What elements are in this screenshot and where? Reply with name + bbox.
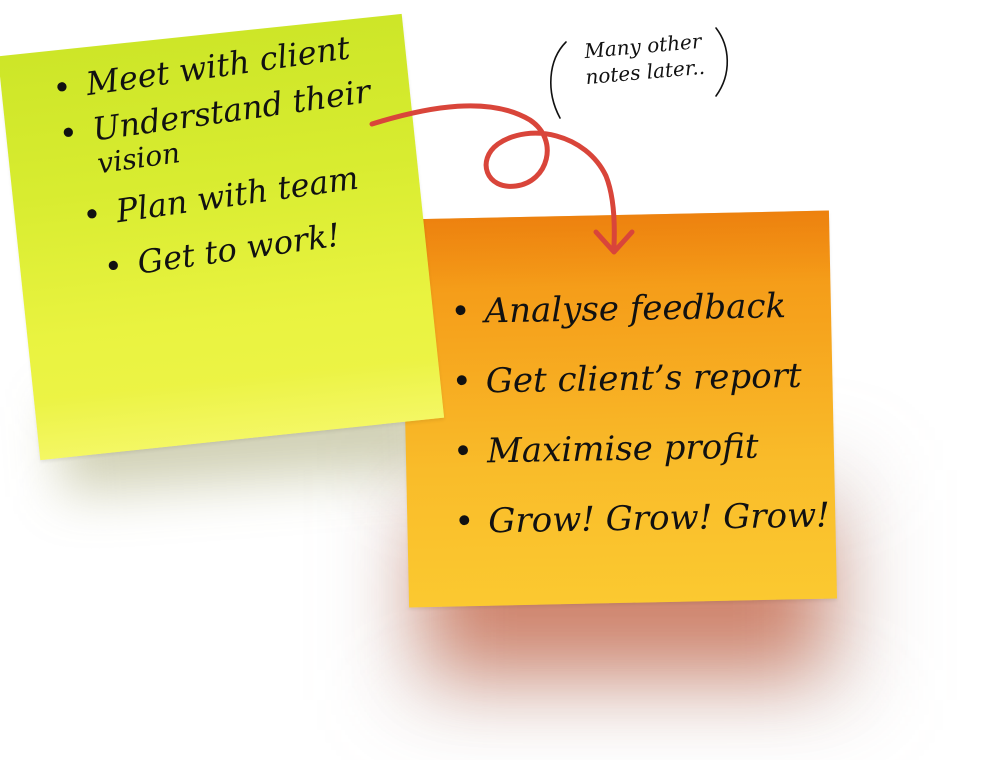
bullet-icon: • bbox=[453, 501, 475, 542]
orange-note-item-text: Maximise profit bbox=[486, 426, 759, 472]
orange-note-item-text: Grow! Grow! Grow! bbox=[487, 495, 831, 542]
bullet-icon: • bbox=[101, 246, 126, 287]
orange-note-item-text: Get client’s report bbox=[485, 355, 802, 402]
handwritten-annotation: Many other notes later.. bbox=[562, 26, 726, 92]
bullet-icon: • bbox=[50, 67, 75, 108]
orange-note-item: • Maximise profit bbox=[452, 410, 829, 487]
bullet-icon: • bbox=[451, 361, 473, 402]
bullet-icon: • bbox=[450, 291, 472, 332]
bullet-icon: • bbox=[56, 113, 81, 154]
orange-note-item-text: Analyse feedback bbox=[484, 286, 787, 332]
orange-note-item: • Analyse feedback bbox=[450, 270, 827, 347]
orange-note-item: • Get client’s report bbox=[451, 340, 828, 417]
green-note-list: • Meet with client • Understand their vi… bbox=[44, 25, 392, 291]
canvas: • Meet with client • Understand their vi… bbox=[0, 0, 999, 760]
orange-note-item: • Grow! Grow! Grow! bbox=[454, 480, 831, 557]
bullet-icon: • bbox=[452, 431, 474, 472]
bullet-icon: • bbox=[80, 194, 105, 235]
orange-note-list: • Analyse feedback • Get client’s report… bbox=[450, 270, 830, 557]
